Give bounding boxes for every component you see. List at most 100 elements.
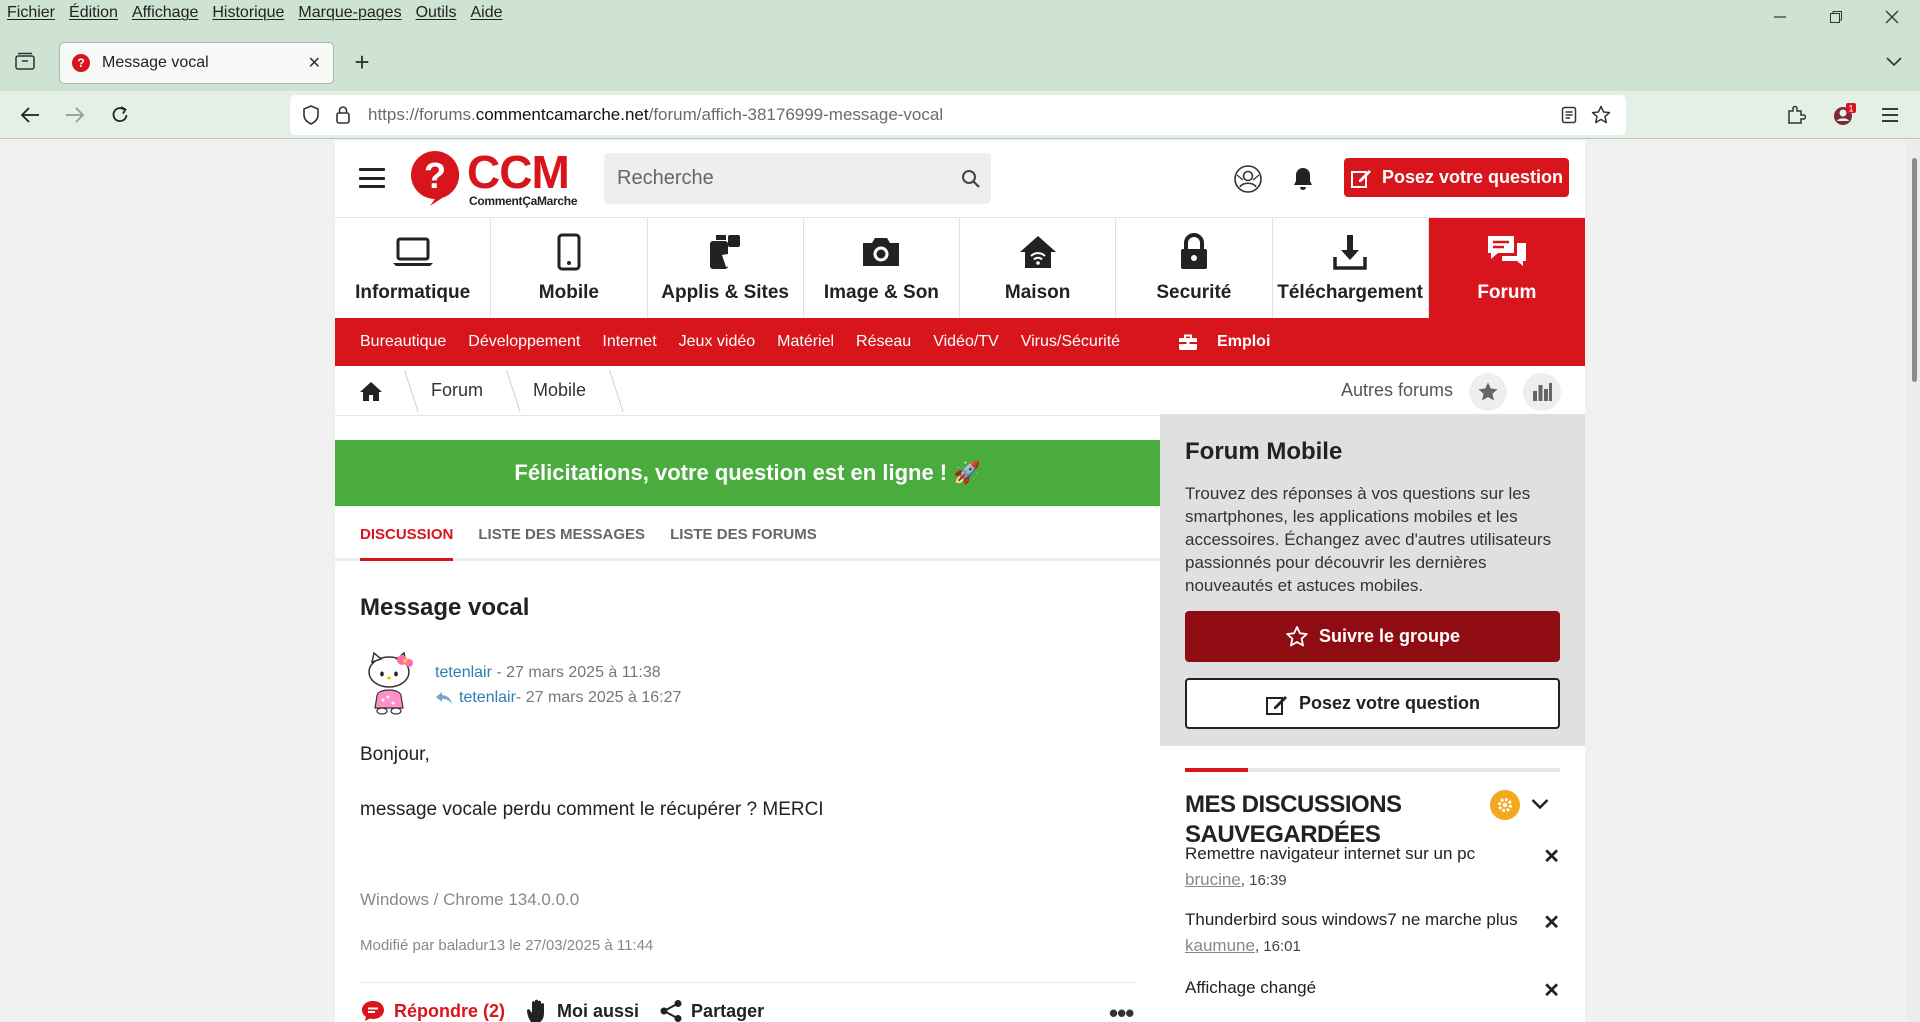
search-input[interactable]: [604, 153, 951, 204]
reply-button[interactable]: Répondre (2): [360, 999, 505, 1022]
category-maison[interactable]: Maison: [960, 218, 1117, 318]
discussion-title[interactable]: Affichage changé: [1185, 978, 1560, 998]
tab-liste-forums[interactable]: Liste des forums: [670, 506, 817, 558]
breadcrumb-mobile[interactable]: Mobile: [511, 366, 614, 416]
reader-view-icon[interactable]: [1558, 104, 1580, 126]
other-forums-link[interactable]: Autres forums: [1341, 380, 1453, 401]
tab-discussion[interactable]: Discussion: [360, 506, 454, 561]
list-item[interactable]: Thunderbird sous windows7 ne marche plus…: [1185, 910, 1560, 956]
category-image-son[interactable]: Image & Son: [804, 218, 960, 318]
me-too-button[interactable]: Moi aussi: [525, 998, 639, 1022]
restore-icon[interactable]: [1808, 0, 1864, 34]
lock-icon[interactable]: [332, 104, 354, 126]
phone-icon: [557, 232, 581, 272]
discussion-user-link[interactable]: kaumune: [1185, 936, 1255, 955]
discussion-time: , 16:39: [1240, 872, 1287, 889]
avatar[interactable]: [359, 650, 419, 716]
category-informatique[interactable]: Informatique: [335, 218, 492, 318]
subnav-bureautique[interactable]: Bureautique: [349, 333, 457, 351]
reload-icon[interactable]: [106, 101, 134, 129]
category-applis-sites[interactable]: Applis & Sites: [648, 218, 804, 318]
forward-icon[interactable]: [61, 101, 89, 129]
list-item[interactable]: Remettre navigateur internet sur un pc b…: [1185, 844, 1560, 890]
hamburger-menu-icon[interactable]: [359, 168, 385, 188]
ask-question-button[interactable]: Posez votre question: [1344, 158, 1569, 197]
remove-icon[interactable]: ✕: [1543, 910, 1560, 935]
notification-bell-icon[interactable]: [1286, 162, 1320, 196]
bookmark-star-icon[interactable]: [1590, 104, 1612, 126]
author-link[interactable]: tetenlair: [435, 664, 492, 681]
search-icon[interactable]: [951, 169, 991, 189]
category-forum[interactable]: Forum: [1428, 218, 1585, 318]
category-securite[interactable]: Securité: [1116, 218, 1273, 318]
tab-liste-messages[interactable]: Liste des messages: [478, 506, 645, 558]
extensions-icon[interactable]: [1782, 101, 1810, 129]
new-tab-icon[interactable]: +: [348, 47, 376, 77]
close-tab-icon[interactable]: ✕: [308, 53, 321, 73]
bar-chart-icon: [1533, 383, 1552, 401]
logo-text: CCM: [467, 146, 570, 198]
breadcrumb-forum[interactable]: Forum: [409, 366, 511, 416]
page-scrollbar[interactable]: [1906, 140, 1920, 1022]
menu-marque-pages[interactable]: Marque-pages: [291, 4, 408, 22]
sidebar-ask-question-button[interactable]: Posez votre question: [1185, 678, 1560, 729]
more-options-button[interactable]: •••: [1109, 998, 1134, 1022]
follow-group-button[interactable]: Suivre le groupe: [1185, 611, 1560, 662]
app-menu-icon[interactable]: [1876, 101, 1904, 129]
tab-bar: ? Message vocal ✕ +: [0, 38, 1920, 86]
stats-button[interactable]: [1523, 373, 1561, 411]
share-button[interactable]: Partager: [659, 999, 764, 1022]
remove-icon[interactable]: ✕: [1543, 978, 1560, 1003]
minimize-icon[interactable]: [1752, 0, 1808, 34]
menu-affichage[interactable]: Affichage: [125, 4, 205, 22]
tab-title: Message vocal: [102, 54, 209, 71]
subnav-materiel[interactable]: Matériel: [766, 333, 845, 351]
subnav-jeux-video[interactable]: Jeux vidéo: [668, 333, 767, 351]
shield-icon[interactable]: [300, 104, 322, 126]
reply-author-link[interactable]: tetenlair: [459, 689, 516, 707]
profile-avatar-icon[interactable]: 1: [1830, 101, 1858, 129]
discussion-title[interactable]: Remettre navigateur internet sur un pc: [1185, 844, 1560, 864]
browser-tab[interactable]: ? Message vocal ✕: [59, 42, 334, 84]
settings-gear-icon[interactable]: [1490, 790, 1520, 820]
subnav-reseau[interactable]: Réseau: [845, 333, 922, 351]
user-account-icon[interactable]: [1231, 162, 1265, 196]
discussion-meta: brucine, 16:39: [1185, 870, 1560, 890]
address-bar[interactable]: https://forums.commentcamarche.net/forum…: [290, 95, 1626, 135]
discussion-user-link[interactable]: brucine: [1185, 870, 1241, 889]
search-box: [604, 153, 991, 204]
chevron-down-icon[interactable]: [1528, 792, 1552, 816]
category-telechargement[interactable]: Téléchargement: [1273, 218, 1429, 318]
discussion-title[interactable]: Thunderbird sous windows7 ne marche plus: [1185, 910, 1560, 930]
ccm-logo[interactable]: ? CCM CommentÇaMarche: [409, 146, 589, 210]
menu-outils[interactable]: Outils: [409, 4, 464, 22]
subnav-emploi[interactable]: Emploi: [1167, 333, 1292, 351]
home-icon: [360, 381, 382, 401]
menu-edition[interactable]: Édition: [62, 4, 125, 22]
subnav-video-tv[interactable]: Vidéo/TV: [922, 333, 1010, 351]
chevron-down-icon[interactable]: [1882, 50, 1906, 74]
tab-list-icon[interactable]: [12, 48, 38, 74]
follow-group-label: Suivre le groupe: [1318, 626, 1461, 646]
favorite-star-button[interactable]: [1469, 373, 1507, 411]
back-icon[interactable]: [16, 101, 44, 129]
menu-fichier[interactable]: Fichier: [0, 4, 62, 22]
menu-aide[interactable]: Aide: [463, 4, 509, 22]
close-window-icon[interactable]: [1864, 0, 1920, 34]
modified-info: Modifié par baladur13 le 27/03/2025 à 11…: [360, 937, 654, 954]
subnav-internet[interactable]: Internet: [591, 333, 667, 351]
list-item[interactable]: Affichage changé ✕: [1185, 978, 1560, 1002]
navigation-toolbar: https://forums.commentcamarche.net/forum…: [0, 91, 1920, 139]
sidebar-ask-question-label: Posez votre question: [1298, 693, 1481, 713]
subnav-virus-securite[interactable]: Virus/Sécurité: [1010, 333, 1131, 351]
breadcrumb-forum-label: Forum: [431, 380, 484, 400]
breadcrumb-home[interactable]: [335, 366, 409, 416]
menu-historique[interactable]: Historique: [205, 4, 291, 22]
category-mobile[interactable]: Mobile: [491, 218, 648, 318]
category-label: Applis & Sites: [661, 282, 789, 303]
apps-icon: [708, 232, 742, 272]
subnav-developpement[interactable]: Développement: [457, 333, 591, 351]
remove-icon[interactable]: ✕: [1543, 844, 1560, 869]
star-icon: [1478, 382, 1498, 401]
scrollbar-thumb[interactable]: [1912, 158, 1917, 382]
